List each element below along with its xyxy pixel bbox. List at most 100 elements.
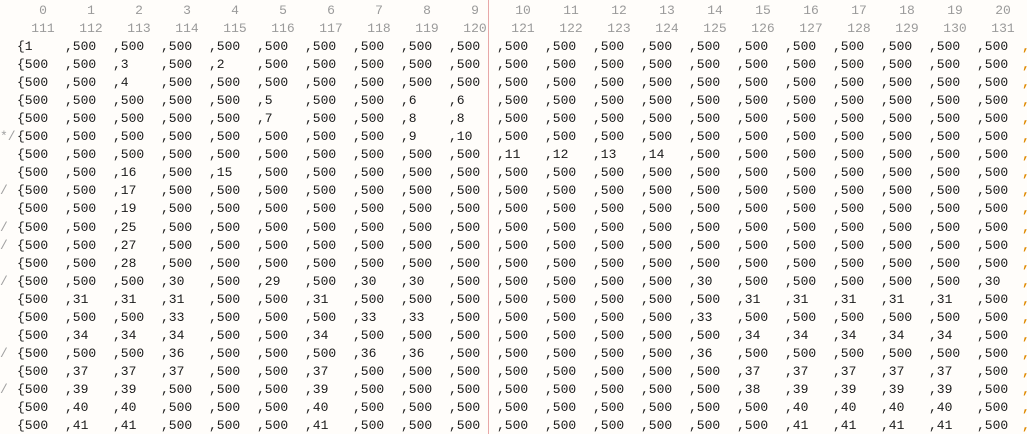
- array-value-cell[interactable]: ,25: [113, 220, 136, 235]
- array-value-cell[interactable]: ,500: [689, 165, 720, 180]
- array-value-cell[interactable]: ,6: [401, 93, 417, 108]
- array-value-cell[interactable]: ,500: [209, 111, 240, 126]
- array-value-cell[interactable]: ,500: [257, 256, 288, 271]
- array-value-cell[interactable]: ,8: [449, 111, 465, 126]
- array-value-cell[interactable]: ,500: [977, 292, 1008, 307]
- array-value-cell[interactable]: ,500: [497, 418, 528, 433]
- array-value-cell[interactable]: ,500: [209, 256, 240, 271]
- array-value-cell[interactable]: ,500: [449, 238, 480, 253]
- array-value-cell[interactable]: {500: [17, 75, 48, 90]
- array-value-cell[interactable]: ,33: [161, 310, 184, 325]
- array-value-cell[interactable]: ,500: [881, 238, 912, 253]
- array-value-cell[interactable]: ,500: [881, 39, 912, 54]
- array-value-cell[interactable]: ,500: [305, 129, 336, 144]
- array-value-cell[interactable]: ,37: [785, 364, 808, 379]
- array-value-cell[interactable]: ,500: [257, 238, 288, 253]
- array-value-cell[interactable]: ,40: [113, 400, 136, 415]
- array-value-cell[interactable]: ,39: [113, 382, 136, 397]
- array-value-cell[interactable]: ,500: [449, 292, 480, 307]
- array-value-cell[interactable]: ,500: [353, 165, 384, 180]
- array-value-cell[interactable]: ,500: [161, 183, 192, 198]
- array-value-cell[interactable]: ,37: [305, 364, 328, 379]
- array-value-cell[interactable]: ,37: [881, 364, 904, 379]
- array-value-cell[interactable]: ,500: [449, 274, 480, 289]
- array-value-cell[interactable]: ,34: [737, 328, 760, 343]
- array-value-cell[interactable]: ,41: [881, 418, 904, 433]
- array-value-cell[interactable]: ,500: [593, 418, 624, 433]
- array-value-cell[interactable]: ,500: [449, 147, 480, 162]
- array-value-cell[interactable]: ,500: [305, 346, 336, 361]
- array-value-cell[interactable]: ,500: [401, 382, 432, 397]
- array-value-cell[interactable]: ,500: [497, 310, 528, 325]
- array-value-cell[interactable]: ,500: [977, 183, 1008, 198]
- array-value-cell[interactable]: ,500: [65, 183, 96, 198]
- array-value-cell[interactable]: ,500: [977, 57, 1008, 72]
- array-value-cell[interactable]: {500: [17, 274, 48, 289]
- array-value-cell[interactable]: ,500: [209, 346, 240, 361]
- array-value-cell[interactable]: ,500: [305, 274, 336, 289]
- array-value-cell[interactable]: ,500: [977, 165, 1008, 180]
- array-value-cell[interactable]: ,500: [65, 111, 96, 126]
- array-value-cell[interactable]: {500: [17, 418, 48, 433]
- array-value-cell[interactable]: ,500: [545, 220, 576, 235]
- array-value-cell[interactable]: ,500: [545, 238, 576, 253]
- array-value-cell[interactable]: ,500: [545, 328, 576, 343]
- array-value-cell[interactable]: ,3: [113, 57, 129, 72]
- array-value-cell[interactable]: ,500: [641, 75, 672, 90]
- array-value-cell[interactable]: ,500: [209, 147, 240, 162]
- array-value-cell[interactable]: ,500: [641, 364, 672, 379]
- array-value-cell[interactable]: ,500: [689, 292, 720, 307]
- array-value-cell[interactable]: ,500: [257, 57, 288, 72]
- array-value-cell[interactable]: ,500: [977, 129, 1008, 144]
- array-value-cell[interactable]: ,500: [497, 256, 528, 271]
- array-value-cell[interactable]: ,500: [497, 220, 528, 235]
- array-value-cell[interactable]: ,500: [209, 93, 240, 108]
- array-value-cell[interactable]: ,500: [545, 201, 576, 216]
- array-value-cell[interactable]: ,500: [977, 256, 1008, 271]
- array-value-cell[interactable]: ,30: [161, 274, 184, 289]
- array-value-cell[interactable]: ,500: [497, 382, 528, 397]
- array-value-cell[interactable]: ,500: [641, 346, 672, 361]
- array-value-cell[interactable]: ,500: [161, 75, 192, 90]
- array-value-cell[interactable]: ,500: [449, 328, 480, 343]
- array-value-cell[interactable]: ,31: [161, 292, 184, 307]
- array-value-cell[interactable]: ,500: [881, 183, 912, 198]
- array-value-cell[interactable]: ,41: [113, 418, 136, 433]
- array-value-cell[interactable]: ,9: [401, 129, 417, 144]
- array-value-cell[interactable]: ,500: [545, 93, 576, 108]
- array-value-cell[interactable]: ,500: [257, 400, 288, 415]
- array-value-cell[interactable]: ,500: [353, 93, 384, 108]
- array-value-cell[interactable]: ,500: [881, 75, 912, 90]
- array-value-cell[interactable]: ,500: [209, 292, 240, 307]
- array-value-cell[interactable]: ,500: [593, 256, 624, 271]
- array-value-cell[interactable]: ,39: [833, 382, 856, 397]
- array-value-cell[interactable]: {500: [17, 238, 48, 253]
- array-value-cell[interactable]: ,500: [641, 183, 672, 198]
- array-value-cell[interactable]: ,500: [65, 39, 96, 54]
- array-value-cell[interactable]: ,500: [401, 165, 432, 180]
- array-value-cell[interactable]: ,500: [449, 75, 480, 90]
- array-value-cell[interactable]: ,500: [497, 201, 528, 216]
- array-value-cell[interactable]: ,500: [641, 310, 672, 325]
- array-value-cell[interactable]: ,500: [161, 418, 192, 433]
- array-value-cell[interactable]: {500: [17, 129, 48, 144]
- array-value-cell[interactable]: ,4: [113, 75, 129, 90]
- array-value-cell[interactable]: ,500: [209, 328, 240, 343]
- array-value-cell[interactable]: ,500: [689, 328, 720, 343]
- array-value-cell[interactable]: ,500: [449, 165, 480, 180]
- array-value-cell[interactable]: ,500: [353, 400, 384, 415]
- array-value-cell[interactable]: ,500: [545, 364, 576, 379]
- array-value-cell[interactable]: ,500: [785, 310, 816, 325]
- array-value-cell[interactable]: ,30: [977, 274, 1000, 289]
- array-value-cell[interactable]: ,500: [593, 238, 624, 253]
- array-value-cell[interactable]: ,34: [305, 328, 328, 343]
- array-value-cell[interactable]: ,34: [881, 328, 904, 343]
- array-value-cell[interactable]: ,500: [353, 256, 384, 271]
- array-value-cell[interactable]: ,500: [689, 111, 720, 126]
- array-value-cell[interactable]: ,500: [497, 292, 528, 307]
- array-value-cell[interactable]: ,33: [353, 310, 376, 325]
- array-value-cell[interactable]: {500: [17, 165, 48, 180]
- array-value-cell[interactable]: ,500: [785, 346, 816, 361]
- array-value-cell[interactable]: ,500: [497, 165, 528, 180]
- array-value-cell[interactable]: ,37: [833, 364, 856, 379]
